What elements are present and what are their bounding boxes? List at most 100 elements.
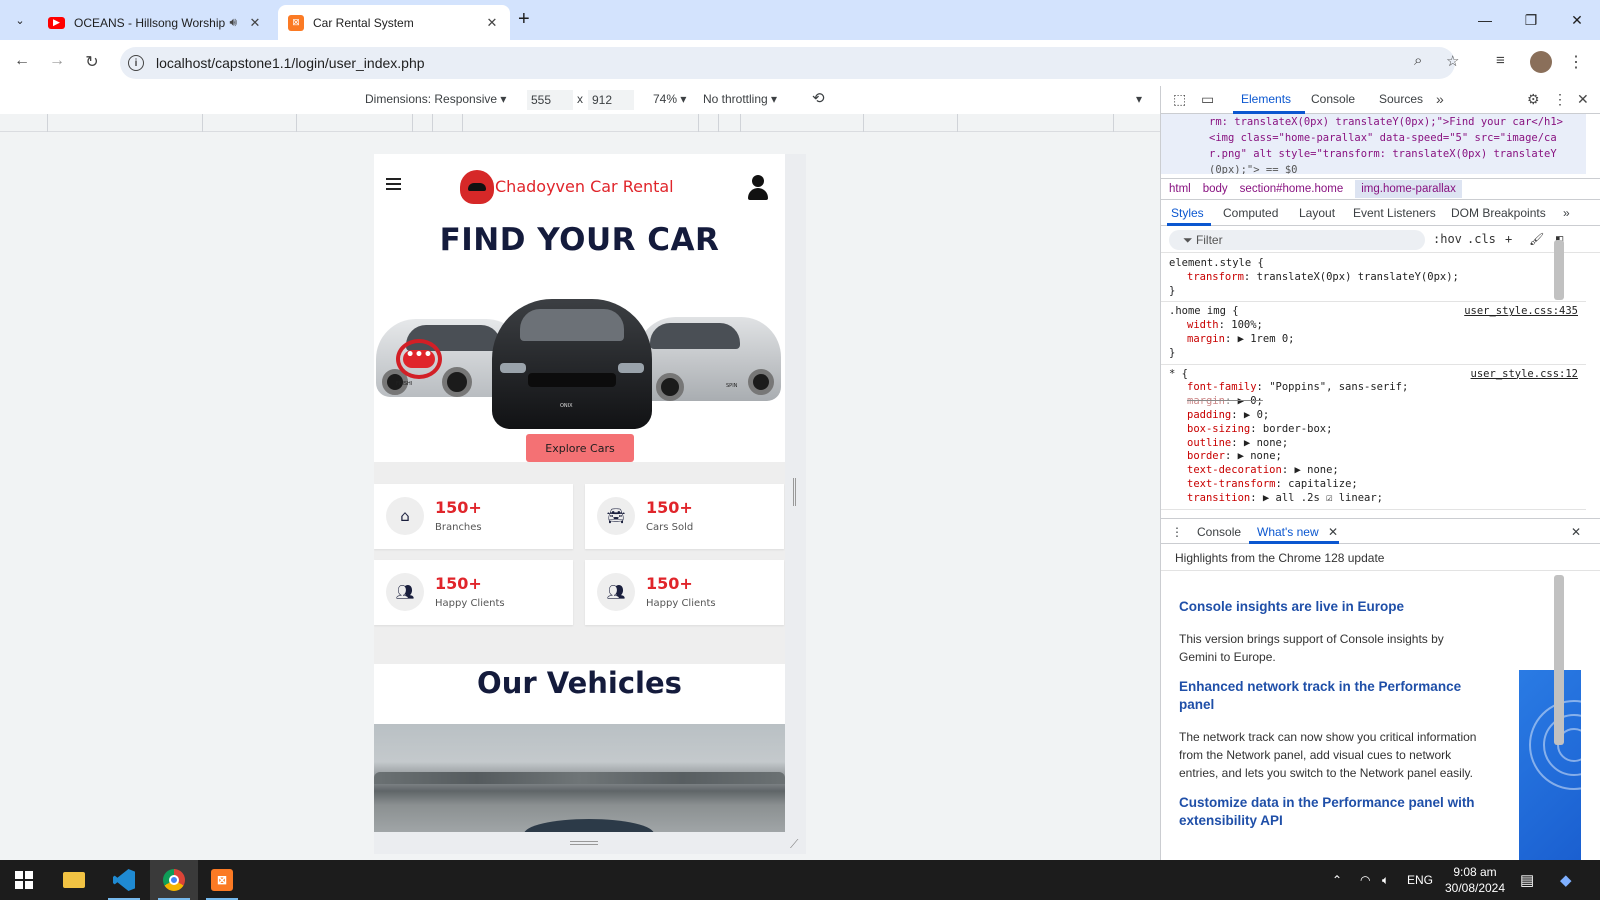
breadcrumb-body[interactable]: body [1203,183,1228,195]
tab-sources[interactable]: Sources [1379,92,1423,106]
brand-name[interactable]: Chadoyven Car Rental [495,177,674,196]
taskbar-clock[interactable]: 9:08 am 30/08/2024 [1440,864,1510,896]
throttling-dropdown[interactable]: No throttling ▾ [703,92,777,106]
wifi-icon[interactable]: ◠ [1360,860,1370,900]
css-declaration[interactable]: outline: ▶ none; [1169,437,1578,451]
drawer-close-icon[interactable]: ✕ [1571,525,1581,539]
close-icon[interactable]: ✕ [484,15,500,31]
inspect-element-icon[interactable]: ⬚ [1173,91,1186,108]
width-input[interactable]: 555 [527,90,573,110]
start-windows-icon[interactable] [0,860,48,900]
css-declaration[interactable]: transform: translateX(0px) translateY(0p… [1169,271,1578,285]
dimensions-dropdown[interactable]: Dimensions: Responsive ▾ [365,92,506,106]
css-declaration[interactable]: transition: ▶ all .2s ☑ linear; [1169,492,1578,506]
corner-resize-handle[interactable]: ⟋ [790,837,798,852]
zoom-magnifier-icon[interactable]: ⌕ [1414,52,1422,69]
back-arrow-icon[interactable]: ← [11,52,33,70]
height-input[interactable]: 912 [588,90,634,110]
address-bar[interactable]: i localhost/capstone1.1/login/user_index… [120,47,1455,79]
tab-youtube[interactable]: ▶ OCEANS - Hillsong Worship 🔊︎ ✕ [38,5,273,40]
rotate-icon[interactable]: ⟲ [812,89,825,107]
site-info-icon[interactable]: i [128,55,144,71]
css-declaration[interactable]: text-decoration: ▶ none; [1169,464,1578,478]
chrome-icon[interactable] [150,860,198,900]
language-indicator[interactable]: ENG [1407,860,1433,900]
tray-chevron-up-icon[interactable]: ⌃ [1332,860,1342,900]
height-resize-handle[interactable] [570,841,598,845]
drawer-tab-whats-new[interactable]: What's new [1257,525,1319,539]
profile-avatar[interactable] [1530,51,1552,73]
menu-kebab-icon[interactable]: ⋮ [1568,52,1584,72]
tab-elements[interactable]: Elements [1241,92,1291,106]
devtools-close-icon[interactable]: ✕ [1577,91,1589,108]
drawer-menu-icon[interactable]: ⋮ [1171,525,1183,539]
file-explorer-icon[interactable] [50,860,98,900]
speaker-icon[interactable]: 🔊︎ [229,15,237,30]
volume-icon[interactable]: 🔈︎ [1382,860,1389,900]
zoom-dropdown[interactable]: 74% ▾ [653,92,686,106]
rule-source-link[interactable]: user_style.css:435 [1464,305,1578,319]
dom-tree-selected[interactable]: rm: translateX(0px) translateY(0px);">Fi… [1161,114,1586,174]
vscode-icon[interactable] [100,860,148,900]
explore-cars-button[interactable]: Explore Cars [526,434,634,462]
css-declaration[interactable]: text-transform: capitalize; [1169,478,1578,492]
css-declaration[interactable]: width: 100%; [1169,319,1578,333]
chat-bubble-icon[interactable]: ••• [396,339,442,379]
breadcrumb-img[interactable]: img.home-parallax [1355,180,1462,198]
rule-close: } [1169,284,1176,297]
reload-icon[interactable]: ↻ [81,52,103,72]
breadcrumb-html[interactable]: html [1169,183,1191,195]
copilot-icon[interactable]: ◆ [1560,860,1572,900]
breadcrumb-section[interactable]: section#home.home [1240,183,1344,195]
whats-new-close-icon[interactable]: ✕ [1328,525,1338,539]
tab-event-listeners[interactable]: Event Listeners [1353,206,1436,220]
tab-dom-breakpoints[interactable]: DOM Breakpoints [1451,206,1546,220]
whats-new-heading[interactable]: Customize data in the Performance panel … [1179,794,1479,830]
width-resize-handle[interactable] [793,478,796,506]
media-queue-icon[interactable]: ≡ [1496,52,1505,69]
hamburger-menu-icon[interactable] [386,178,401,190]
tab-car-rental[interactable]: ⊠ Car Rental System ✕ [278,5,510,40]
paint-brush-icon[interactable]: 🖌︎ [1529,232,1544,246]
close-window-icon[interactable]: ✕ [1554,0,1600,40]
more-tabs-chevron-icon[interactable]: » [1436,91,1444,107]
user-account-icon[interactable] [748,175,768,201]
drawer-tab-console[interactable]: Console [1197,525,1241,539]
tab-search-chevron-icon[interactable]: ⌄ [8,8,32,32]
restore-icon[interactable]: ❐ [1508,0,1554,40]
devtools-menu-icon[interactable]: ⋮ [1553,91,1567,108]
forward-arrow-icon[interactable]: → [46,52,68,70]
css-declaration[interactable]: padding: ▶ 0; [1169,409,1578,423]
rule-source-link[interactable]: user_style.css:12 [1471,368,1578,382]
new-rule-plus-icon[interactable]: + [1505,232,1512,246]
css-declaration[interactable]: font-family: "Poppins", sans-serif; [1169,381,1578,395]
tab-computed[interactable]: Computed [1223,206,1278,220]
styles-scrollbar[interactable] [1554,240,1564,300]
tab-styles[interactable]: Styles [1171,206,1204,220]
tab-layout[interactable]: Layout [1299,206,1335,220]
notifications-icon[interactable]: ▤ [1520,860,1534,900]
class-toggle[interactable]: .cls [1467,232,1496,246]
drawer-scrollbar[interactable] [1554,575,1564,745]
device-options-chevron-icon[interactable]: ▾ [1136,92,1142,106]
tab-console[interactable]: Console [1311,92,1355,106]
brand-logo[interactable] [460,170,494,204]
settings-gear-icon[interactable]: ⚙ [1527,91,1540,108]
hover-state-toggle[interactable]: :hov [1433,232,1462,246]
url-text[interactable]: localhost/capstone1.1/login/user_index.p… [156,55,425,71]
more-subtabs-chevron-icon[interactable]: » [1563,206,1570,220]
new-tab-plus-icon[interactable]: + [518,9,530,29]
css-declaration-overridden[interactable]: margin: ▶ 0; [1169,395,1578,409]
close-icon[interactable]: ✕ [247,15,263,31]
css-declaration[interactable]: box-sizing: border-box; [1169,423,1578,437]
decl-value: ▶ all .2s ☑ linear; [1262,491,1383,504]
device-toggle-icon[interactable]: ▭ [1201,91,1214,108]
styles-filter-input[interactable]: ⏷ Filter [1169,230,1425,250]
css-declaration[interactable]: margin: ▶ 1rem 0; [1169,333,1578,347]
whats-new-heading[interactable]: Console insights are live in Europe [1179,598,1479,616]
xampp-taskbar-icon[interactable]: ⊠ [198,860,246,900]
css-declaration[interactable]: border: ▶ none; [1169,450,1578,464]
whats-new-heading[interactable]: Enhanced network track in the Performanc… [1179,678,1479,714]
minimize-icon[interactable]: — [1462,0,1508,40]
bookmark-star-icon[interactable]: ☆ [1446,52,1459,70]
